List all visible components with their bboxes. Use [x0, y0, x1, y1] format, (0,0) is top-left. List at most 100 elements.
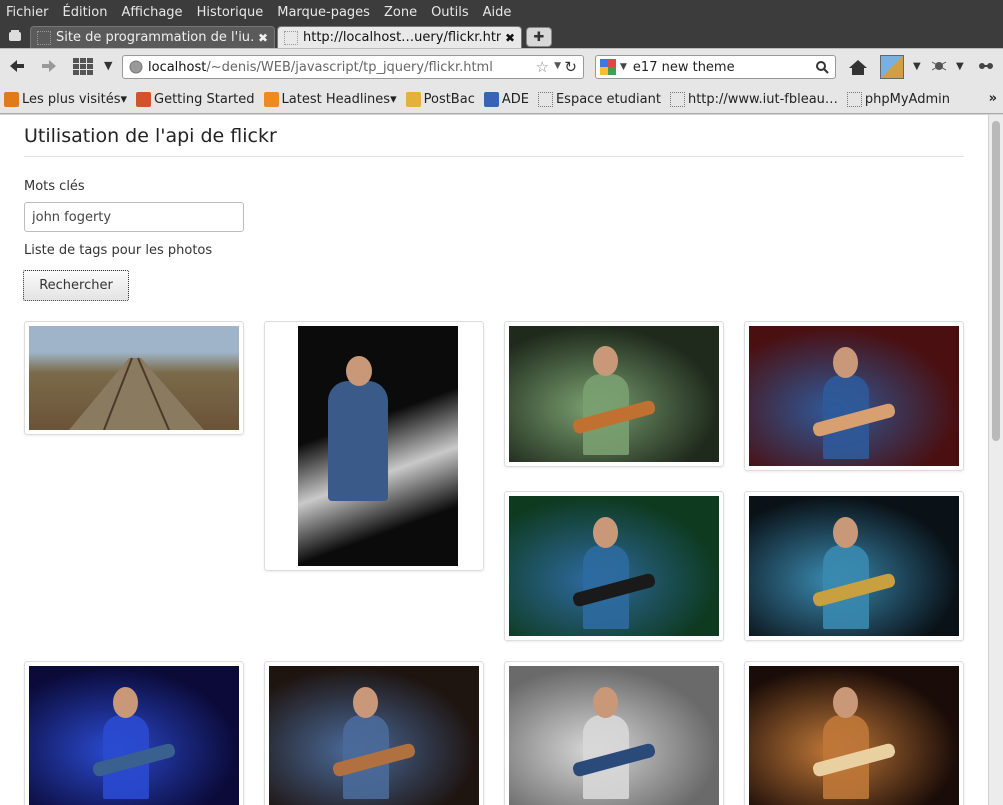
new-tab-button[interactable]: ✚ [526, 27, 552, 47]
menu-item[interactable]: Outils [431, 5, 469, 20]
bookmark-item[interactable]: PostBac [405, 92, 475, 107]
keywords-label: Mots clés [24, 179, 85, 194]
search-value: e17 new theme [632, 59, 735, 75]
most-visited-icon [4, 92, 19, 107]
page-content: Utilisation de l'api de flickr Mots clés… [0, 115, 988, 805]
photo-thumbnail[interactable] [24, 661, 244, 805]
page-icon [37, 30, 51, 45]
menu-item[interactable]: Fichier [6, 5, 49, 20]
photo-thumbnail[interactable] [264, 321, 484, 571]
photo-singer-blue-light [29, 666, 239, 805]
tab-list-icon[interactable] [4, 26, 26, 46]
chevron-down-icon[interactable]: ▼ [956, 61, 964, 72]
menu-item[interactable]: Aide [483, 5, 512, 20]
photo-thumbnail[interactable] [504, 321, 724, 467]
url-host: localhost [148, 59, 207, 75]
url-path: /~denis/WEB/javascript/tp_jquery/flickr.… [206, 59, 493, 75]
chevron-down-icon: ▾ [120, 92, 128, 107]
browser-tab[interactable]: http://localhost…uery/flickr.html ✖ [277, 26, 522, 48]
bookmark-label: Les plus visités [22, 92, 121, 107]
scrollbar-thumb[interactable] [992, 121, 1000, 441]
bookmark-label: Espace etudiant [555, 92, 661, 107]
rss-icon [263, 92, 279, 107]
bookmark-label: Getting Started [154, 92, 255, 107]
keywords-input[interactable] [24, 202, 244, 232]
bookmark-item[interactable]: Les plus visités ▾ [4, 92, 127, 107]
tab-title: http://localhost…uery/flickr.html [303, 30, 501, 45]
page-icon [669, 92, 685, 107]
menu-item[interactable]: Historique [197, 5, 264, 20]
tab-bar: Site de programmation de l'iu… ✖ http://lo… [0, 24, 1003, 48]
bookmark-item[interactable]: phpMyAdmin [846, 92, 950, 107]
search-button[interactable]: Rechercher [23, 270, 129, 301]
menu-item[interactable]: Zone [384, 5, 417, 20]
photo-duo-guitarists [269, 666, 479, 805]
globe-icon [129, 60, 143, 74]
bookmark-label: phpMyAdmin [864, 92, 950, 107]
back-button[interactable] [8, 58, 26, 74]
bookmark-item[interactable]: http://www.iut-fbleau… [669, 92, 838, 107]
reload-icon[interactable]: ↻ [564, 58, 577, 76]
bug-icon[interactable] [930, 58, 948, 74]
menu-item[interactable]: Affichage [121, 5, 182, 20]
photo-thumbnail[interactable] [744, 661, 964, 805]
photo-full-band-stage [749, 666, 959, 805]
photo-concert-green-stage [509, 326, 719, 462]
grid-view-icon[interactable] [72, 57, 94, 77]
bookmark-item[interactable]: ADE [483, 92, 529, 107]
google-icon [600, 59, 616, 75]
puzzle-icon[interactable] [977, 58, 995, 74]
chevron-down-icon[interactable]: ▼ [554, 61, 561, 71]
menu-bar: Fichier Édition Affichage Historique Marque-… [0, 0, 1003, 24]
firefox-icon [136, 92, 152, 107]
forward-button[interactable] [40, 58, 58, 74]
chevron-down-icon[interactable]: ▼ [104, 59, 112, 72]
menu-item[interactable]: Marque-pages [277, 5, 370, 20]
photo-thumbnail[interactable] [744, 491, 964, 641]
bookmark-item[interactable]: Getting Started [136, 92, 255, 107]
tags-label: Liste de tags pour les photos [24, 243, 213, 258]
title-divider [24, 156, 964, 157]
bookmarks-bar: Les plus visités ▾ Getting Started Latest … [0, 86, 1003, 114]
chevron-down-icon[interactable]: ▼ [620, 62, 627, 72]
page-icon [846, 92, 862, 107]
photo-guitarist-cyan-screen [749, 496, 959, 636]
tab-title: Site de programmation de l'iu… [56, 30, 254, 45]
bookmark-item[interactable]: Espace etudiant [537, 92, 661, 107]
navigation-bar: ▼ localhost/~denis/WEB/javascript/tp_jqu… [0, 48, 1003, 86]
chevron-down-icon: ▾ [390, 92, 397, 107]
bookmark-label: Latest Headlines [281, 92, 391, 107]
photo-thumbnail[interactable] [504, 661, 724, 805]
photo-railway-tracks-autumn [29, 326, 239, 430]
menu-item[interactable]: Édition [63, 5, 108, 20]
bookmark-label: http://www.iut-fbleau… [687, 92, 838, 107]
bookmark-label: ADE [501, 92, 529, 107]
photo-thumbnail[interactable] [24, 321, 244, 435]
photo-guitarist-green-light [509, 496, 719, 636]
photo-two-guitarists-red [749, 326, 959, 466]
bookmarks-overflow-icon[interactable]: » [989, 91, 997, 106]
page-icon [284, 30, 298, 45]
home-icon[interactable] [848, 58, 868, 76]
close-icon[interactable]: ✖ [258, 31, 268, 45]
bookmark-item[interactable]: Latest Headlines ▾ [263, 92, 397, 107]
bookmark-label: PostBac [423, 92, 475, 107]
page-icon [537, 92, 553, 107]
page-title: Utilisation de l'api de flickr [24, 125, 277, 147]
bookmark-star-icon[interactable]: ☆ [536, 58, 549, 76]
search-bar[interactable]: ▼ e17 new theme [595, 55, 836, 79]
photo-guitarist-grey-backdrop [509, 666, 719, 805]
postbac-icon [405, 92, 421, 107]
ade-icon [483, 92, 499, 107]
photo-thumbnail[interactable] [504, 491, 724, 641]
browser-tab[interactable]: Site de programmation de l'iu… ✖ [30, 26, 275, 48]
close-icon[interactable]: ✖ [505, 31, 515, 45]
extension-icon[interactable] [880, 55, 904, 79]
photo-thumbnail[interactable] [744, 321, 964, 471]
page-scrollbar[interactable] [988, 115, 1003, 805]
chevron-down-icon[interactable]: ▼ [913, 61, 921, 72]
photo-thumbnail[interactable] [264, 661, 484, 805]
url-bar[interactable]: localhost/~denis/WEB/javascript/tp_jquer… [122, 55, 584, 79]
search-icon[interactable] [815, 60, 829, 74]
photo-guitarist-on-stage [269, 326, 479, 566]
